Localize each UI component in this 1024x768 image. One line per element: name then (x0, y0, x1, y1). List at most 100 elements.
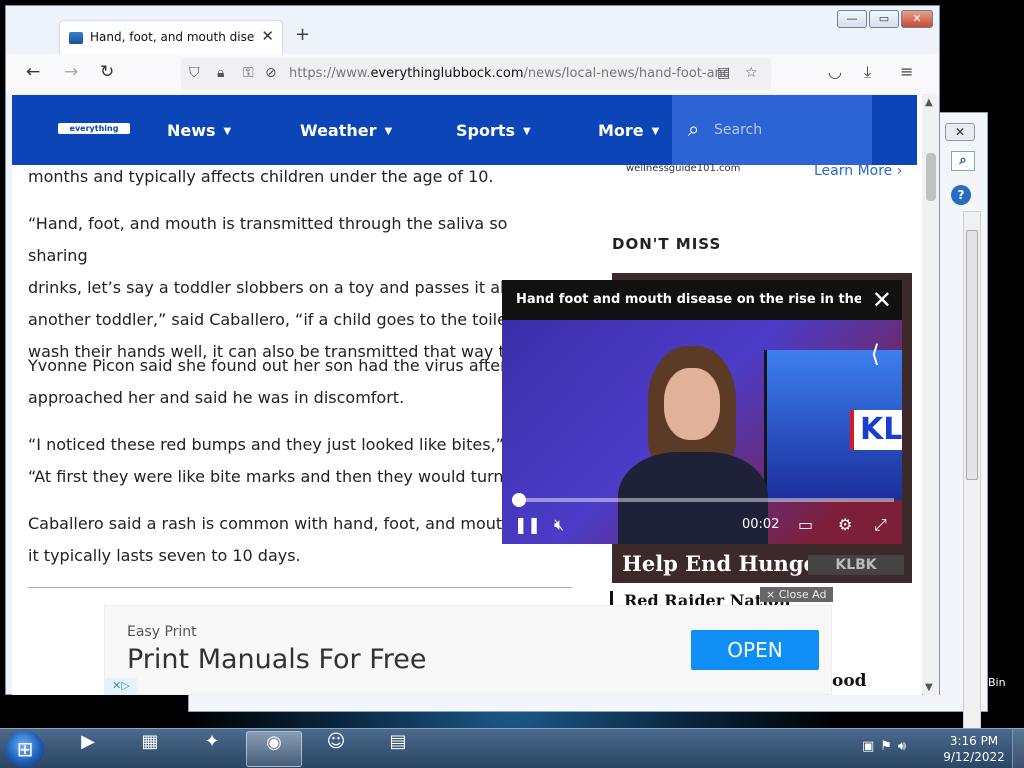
promo-headline[interactable]: Help End Hunger (622, 551, 828, 576)
browser-window: — ▭ ✕ Hand, foot, and mouth disease ✕ + … (5, 5, 940, 695)
nav-more-label: More (598, 121, 644, 140)
text-line: it typically lasts seven to 10 days. (28, 546, 301, 565)
ad-open-button[interactable]: OPEN (691, 630, 819, 670)
tab-close-icon[interactable]: ✕ (261, 27, 274, 45)
background-help-icon[interactable]: ? (951, 185, 971, 205)
window-controls: — ▭ ✕ (837, 10, 933, 28)
ad-headline[interactable]: Print Manuals For Free (127, 644, 427, 675)
page-scrollbar[interactable]: ▲ ▼ (923, 95, 939, 695)
video-close-icon[interactable]: ✕ (872, 286, 892, 314)
file-explorer-icon[interactable]: ▤ (370, 731, 426, 767)
article-paragraph: “Hand, foot, and mouth is transmitted th… (28, 208, 568, 368)
nav-weather[interactable]: Weather ▼ (300, 121, 392, 140)
scroll-thumb[interactable] (926, 153, 936, 201)
clock[interactable]: 3:16 PM 9/12/2022 (940, 733, 1008, 765)
settings-gear-icon[interactable]: ⚙ (838, 515, 852, 534)
news-anchor (612, 346, 782, 544)
firefox-icon[interactable]: ◉ (246, 731, 302, 767)
fullscreen-icon[interactable]: ⤢ (874, 515, 887, 535)
nav-sports[interactable]: Sports ▼ (456, 121, 531, 140)
scroll-down-icon[interactable]: ▼ (925, 682, 933, 693)
maximize-button[interactable]: ▭ (869, 10, 899, 28)
story-fragment[interactable]: ood (832, 671, 867, 691)
close-ad-button[interactable]: × Close Ad (760, 587, 833, 602)
background-scroll-thumb[interactable] (966, 230, 978, 480)
navigation-toolbar: ← → ↻ ⛉ 🔒︎ ⚿ ⊘ https://www.everythinglub… (6, 54, 939, 94)
recycle-bin-label[interactable]: Bin (988, 676, 1006, 689)
sponsor-source[interactable]: wellnessguide101.com (626, 163, 740, 174)
nav-more[interactable]: More ▼ (598, 121, 659, 140)
text-line: drinks, let’s say a toddler slobbers on … (28, 278, 556, 297)
background-scrollbar[interactable] (963, 211, 981, 766)
anchor-face (664, 368, 720, 440)
url-text[interactable]: https://www.everythinglubbock.com/news/l… (289, 66, 729, 81)
station-logo: KL (850, 410, 902, 450)
share-icon[interactable]: ⟨ (871, 340, 880, 368)
promo-brand: KLBK (808, 555, 904, 575)
bookmark-star-icon[interactable]: ☆ (745, 65, 758, 81)
nav-news[interactable]: News ▼ (167, 121, 231, 140)
media-player-icon[interactable]: ▶ (60, 731, 116, 767)
chevron-down-icon: ▼ (384, 126, 393, 137)
search-input[interactable] (714, 119, 854, 141)
system-tray[interactable]: ▣⚑🔊︎ (862, 739, 912, 754)
discord-icon[interactable]: ☺ (308, 731, 364, 767)
captions-icon[interactable]: ▭ (798, 515, 813, 534)
site-search[interactable]: ⌕ (672, 95, 872, 165)
adchoices-icon[interactable]: ✕▷ (105, 678, 137, 694)
mute-icon[interactable]: 🔇︎ (554, 515, 564, 535)
article-paragraph: “I noticed these red bumps and they just… (28, 429, 568, 493)
page-viewport: everything lubbock News ▼ Weather ▼ Sports… (12, 95, 922, 695)
taskbar: ⊞ ▶ ▦ ✦ ◉ ☺ ▤ ▣⚑🔊︎ 3:16 PM 9/12/2022 (0, 728, 1024, 768)
learn-more-link[interactable]: Learn More › (814, 163, 902, 179)
chevron-down-icon: ▼ (223, 126, 232, 137)
tracking-shield-icon[interactable]: ⛉ (189, 65, 200, 81)
reload-icon[interactable]: ↻ (100, 62, 114, 82)
text-line: “Hand, foot, and mouth is transmitted th… (28, 214, 508, 265)
autoplay-blocked-icon[interactable]: ⊘ (265, 65, 277, 81)
text-line: another toddler,” said Caballero, “if a … (28, 310, 549, 329)
forward-icon[interactable]: → (64, 62, 78, 82)
scroll-up-icon[interactable]: ▲ (925, 97, 933, 108)
pocket-icon[interactable]: ◡ (828, 62, 842, 81)
nav-weather-label: Weather (300, 121, 377, 140)
start-button[interactable]: ⊞ (6, 731, 44, 767)
minimize-button[interactable]: — (837, 10, 867, 28)
pause-icon[interactable]: ❚❚ (514, 515, 541, 534)
close-window-button[interactable]: ✕ (901, 10, 933, 28)
show-desktop-button[interactable] (1012, 729, 1024, 768)
search-icon[interactable]: ⌕ (688, 117, 699, 141)
game-icon[interactable]: ✦ (184, 731, 240, 767)
background-search-icon[interactable]: ⌕ (951, 151, 975, 171)
menu-hamburger-icon[interactable]: ≡ (900, 62, 913, 81)
article-paragraph: Yvonne Picon said she found out her son … (28, 350, 568, 414)
section-heading: DON'T MISS (612, 235, 722, 253)
progress-knob[interactable] (512, 493, 526, 507)
clock-date: 9/12/2022 (943, 750, 1005, 764)
site-logo[interactable]: everything lubbock (58, 123, 130, 144)
tab-bar: Hand, foot, and mouth disease ✕ + (12, 14, 712, 55)
address-bar[interactable]: ⛉ 🔒︎ ⚿ ⊘ https://www.everythinglubbock.c… (181, 58, 771, 90)
ad-brand: Easy Print (127, 624, 197, 640)
background-window-close-icon[interactable]: ✕ (945, 123, 975, 141)
reader-view-icon[interactable]: ▤ (717, 65, 730, 81)
text-line: Caballero said a rash is common with han… (28, 514, 541, 533)
lock-icon[interactable]: 🔒︎ (217, 65, 224, 81)
tab-active[interactable]: Hand, foot, and mouth disease ✕ (60, 21, 282, 55)
downloads-icon[interactable]: ⤓ (864, 62, 871, 82)
calculator-icon[interactable]: ▦ (122, 731, 178, 767)
divider (28, 587, 572, 588)
clock-time: 3:16 PM (949, 734, 999, 748)
bottom-ad-banner[interactable]: Easy Print Print Manuals For Free OPEN ✕… (104, 605, 832, 695)
floating-video-player[interactable]: Hand foot and mouth disease on the rise … (502, 280, 902, 544)
nav-news-label: News (167, 121, 216, 140)
new-tab-button[interactable]: + (295, 24, 310, 45)
video-progress-bar[interactable] (512, 493, 894, 507)
video-time: 00:02 (742, 517, 780, 532)
permissions-icon[interactable]: ⚿ (243, 65, 254, 81)
video-frame[interactable]: KL ⟨ ❚❚ 🔇︎ 00:02 ▭ ⚙ ⤢ (502, 320, 902, 544)
chevron-down-icon: ▼ (523, 126, 531, 137)
back-icon[interactable]: ← (26, 62, 40, 82)
article-paragraph: months and typically affects children un… (28, 161, 568, 193)
nav-sports-label: Sports (456, 121, 516, 140)
